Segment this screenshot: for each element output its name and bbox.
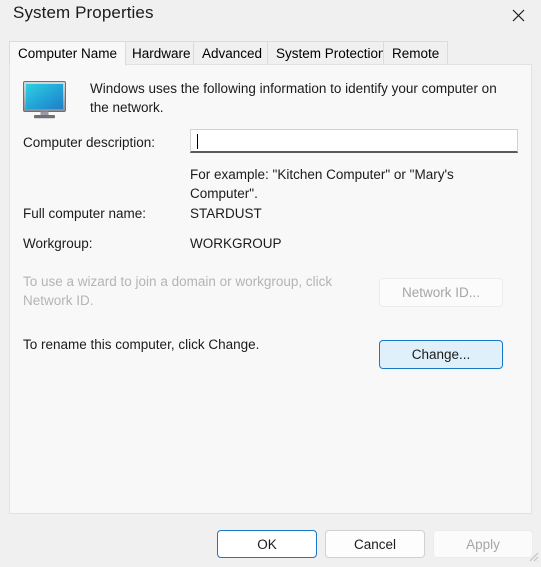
window-title: System Properties bbox=[13, 3, 154, 22]
computer-description-input[interactable] bbox=[191, 130, 517, 151]
computer-monitor-icon bbox=[22, 80, 70, 120]
tab-label: Hardware bbox=[132, 46, 191, 61]
description-example-hint: For example: "Kitchen Computer" or "Mary… bbox=[190, 167, 454, 201]
tab-computer-name[interactable]: Computer Name bbox=[9, 41, 127, 66]
workgroup-value: WORKGROUP bbox=[190, 236, 282, 251]
text-caret bbox=[197, 134, 198, 149]
workgroup-label: Workgroup: bbox=[23, 236, 93, 251]
tab-label: System Protection bbox=[276, 46, 386, 61]
cancel-button[interactable]: Cancel bbox=[325, 530, 425, 558]
change-button[interactable]: Change... bbox=[379, 340, 503, 369]
computer-description-field[interactable] bbox=[190, 129, 518, 153]
close-button[interactable] bbox=[495, 0, 541, 31]
tab-remote[interactable]: Remote bbox=[383, 41, 449, 65]
intro-description: Windows uses the following information t… bbox=[90, 81, 497, 115]
ok-button[interactable]: OK bbox=[217, 530, 317, 558]
ok-button-label: OK bbox=[257, 536, 277, 552]
tab-strip: Computer Name Hardware Advanced System P… bbox=[9, 41, 532, 66]
change-button-label: Change... bbox=[411, 347, 471, 362]
close-icon bbox=[512, 9, 525, 22]
tab-hardware[interactable]: Hardware bbox=[123, 41, 200, 65]
resize-grip[interactable] bbox=[527, 549, 539, 562]
apply-button-label: Apply bbox=[466, 536, 500, 552]
tab-system-protection[interactable]: System Protection bbox=[267, 41, 395, 65]
tab-content-panel: Windows uses the following information t… bbox=[9, 64, 532, 514]
tab-label: Computer Name bbox=[18, 46, 118, 61]
tab-label: Remote bbox=[392, 46, 440, 61]
tab-label: Advanced bbox=[202, 46, 263, 61]
apply-button: Apply bbox=[433, 530, 533, 558]
network-id-button-label: Network ID... bbox=[401, 285, 480, 300]
tab-advanced[interactable]: Advanced bbox=[193, 41, 272, 65]
system-properties-dialog: System Properties Computer Name Hardware… bbox=[0, 0, 541, 563]
computer-description-label: Computer description: bbox=[23, 135, 156, 150]
network-id-button: Network ID... bbox=[379, 278, 503, 307]
rename-description: To rename this computer, click Change. bbox=[23, 337, 260, 352]
cancel-button-label: Cancel bbox=[353, 536, 397, 552]
full-computer-name-label: Full computer name: bbox=[23, 206, 147, 221]
network-id-description: To use a wizard to join a domain or work… bbox=[23, 274, 333, 308]
title-bar: System Properties bbox=[0, 0, 541, 33]
full-computer-name-value: STARDUST bbox=[190, 206, 262, 221]
